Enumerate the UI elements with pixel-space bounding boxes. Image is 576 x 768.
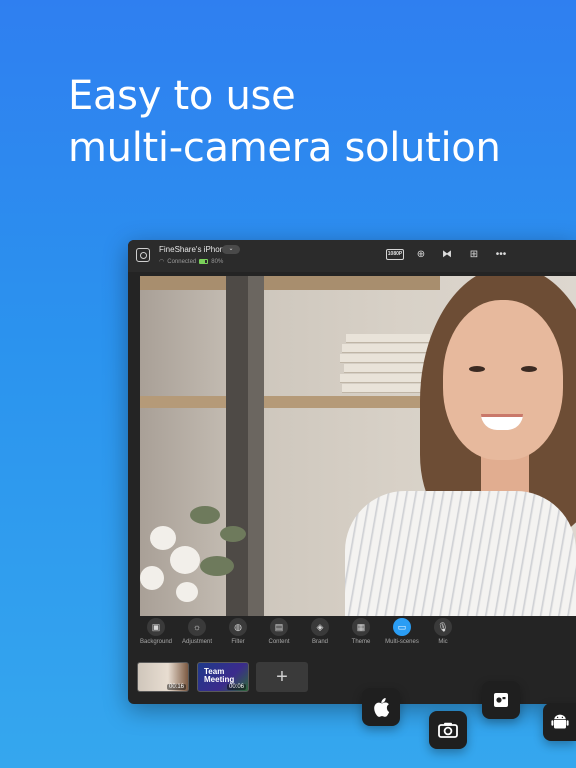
scene-title-line-2: Meeting (204, 675, 235, 684)
headline-line-2: multi-camera solution (68, 125, 501, 171)
tool-label: Adjustment (181, 639, 212, 645)
tool-content[interactable]: ▤ Content (257, 618, 301, 652)
tool-background[interactable]: ▣ Background (134, 618, 178, 652)
battery-icon (199, 259, 209, 264)
tool-label: Mic (438, 639, 448, 645)
camera-icon (429, 711, 467, 749)
sun-icon: ☼ (188, 618, 206, 636)
scene-duration: 00:16 (166, 684, 186, 690)
resolution-badge[interactable]: 1080P (386, 249, 404, 260)
preview-post-shadow (248, 276, 264, 616)
device-name: FineShare's iPhone (159, 245, 229, 254)
title-bar: FineShare's iPhone ⌄ ◠ Connected 80% 108… (128, 240, 576, 272)
theme-icon: ▦ (352, 618, 370, 636)
chevron-down-icon[interactable]: ⌄ (222, 245, 240, 254)
more-icon[interactable]: ••• (494, 248, 508, 262)
tool-label: Filter (231, 639, 245, 645)
scene-title: Team Meeting (204, 668, 234, 684)
android-icon (543, 703, 576, 741)
wifi-icon: ◠ (159, 259, 165, 265)
mic-icon: 🎙 (434, 618, 452, 636)
connection-status: ◠ Connected 80% (159, 257, 223, 266)
layout-icon[interactable]: ⊞ (467, 248, 481, 262)
tool-label: Brand (311, 639, 328, 645)
scene-duration: 00:06 (226, 684, 246, 690)
tool-label: Multi-scenes (385, 639, 419, 645)
scenes-icon: ▭ (393, 618, 411, 636)
tool-brand[interactable]: ◈ Brand (298, 618, 342, 652)
headline-line-1: Easy to use (68, 73, 296, 119)
tool-theme[interactable]: ▦ Theme (339, 618, 383, 652)
tool-label: Content (268, 639, 290, 645)
tool-filter[interactable]: ◍ Filter (216, 618, 260, 652)
scene-thumbnail-1[interactable]: 00:16 (137, 662, 189, 692)
tool-label: Background (139, 639, 173, 645)
filter-icon: ◍ (229, 618, 247, 636)
tool-multi-scenes[interactable]: ▭ Multi-scenes (380, 618, 424, 652)
app-window: FineShare's iPhone ⌄ ◠ Connected 80% 108… (128, 240, 576, 704)
battery-level: 80% (211, 258, 224, 265)
camera-preview[interactable] (140, 276, 576, 616)
mirror-icon[interactable]: ⧓ (440, 248, 454, 262)
tool-mic[interactable]: 🎙 Mic (421, 618, 465, 652)
tool-label: Theme (351, 639, 371, 645)
windows-camera-icon (482, 681, 520, 719)
content-icon: ▤ (270, 618, 288, 636)
device-icon[interactable] (136, 248, 150, 262)
zoom-icon[interactable]: ⊕ (414, 248, 428, 262)
preview-plant (140, 496, 250, 616)
preview-person (345, 276, 576, 616)
tool-adjustment[interactable]: ☼ Adjustment (175, 618, 219, 652)
add-scene-button[interactable]: + (256, 662, 308, 692)
tag-icon: ◈ (311, 618, 329, 636)
scene-thumbnail-2[interactable]: Team Meeting 00:06 (197, 662, 249, 692)
status-text: Connected (167, 258, 197, 265)
image-icon: ▣ (147, 618, 165, 636)
effects-toolbar: ▣ Background ☼ Adjustment ◍ Filter ▤ Con… (128, 616, 576, 652)
headline: Easy to use multi-camera solution (68, 70, 501, 174)
apple-icon (362, 688, 400, 726)
